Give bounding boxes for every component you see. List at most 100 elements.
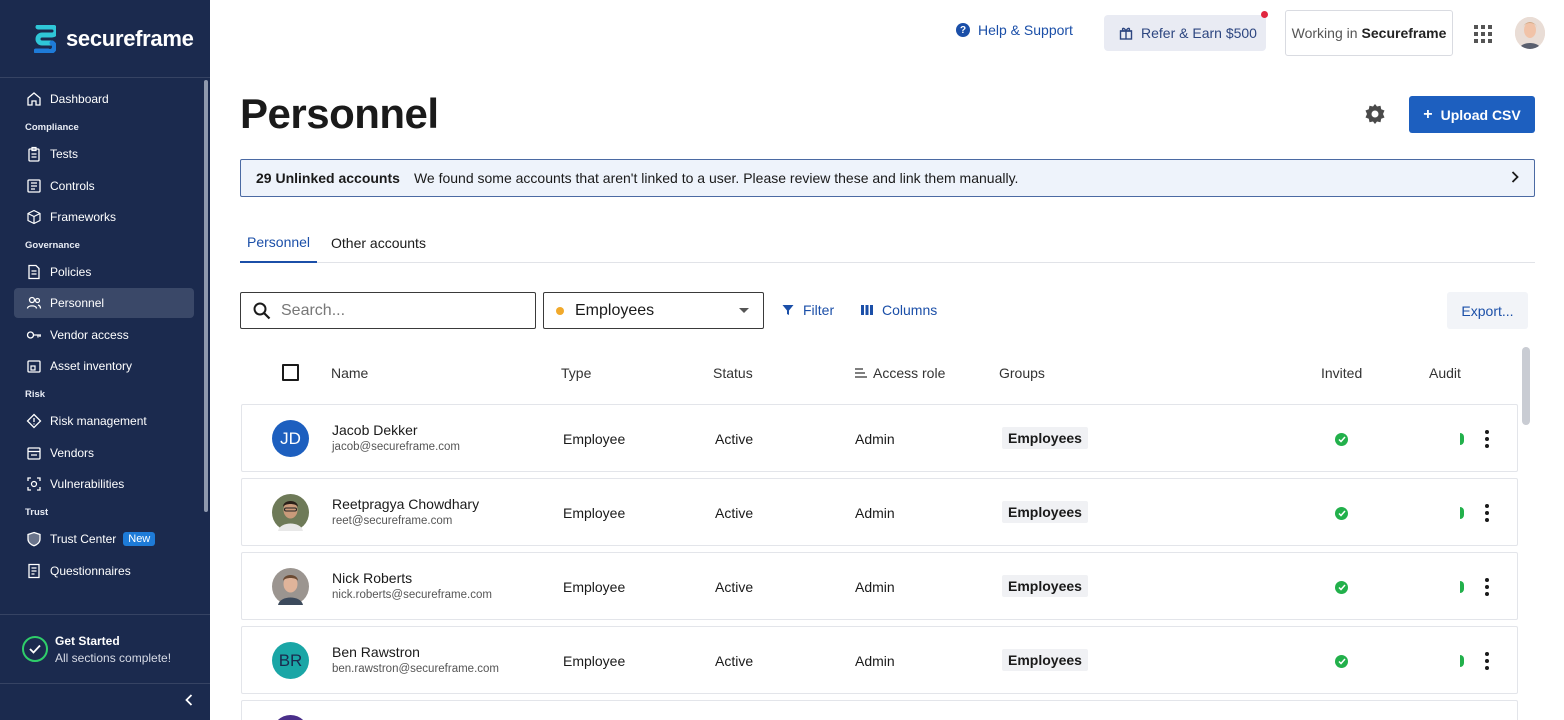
avatar: JD <box>272 420 309 457</box>
upload-csv-button[interactable]: + Upload CSV <box>1409 96 1535 133</box>
more-options-icon[interactable] <box>1485 578 1489 596</box>
help-support-link[interactable]: ? Help & Support <box>956 22 1073 38</box>
group-tag: Employees <box>1002 575 1088 597</box>
sidebar-section-risk: Risk <box>25 388 46 400</box>
check-circle-icon <box>1335 655 1348 668</box>
filter-icon <box>782 305 794 315</box>
avatar: BR <box>272 642 309 679</box>
refer-earn-button[interactable]: Refer & Earn $500 <box>1104 11 1268 51</box>
sidebar-item-vendor-access[interactable]: Vendor access <box>14 320 194 350</box>
person-name[interactable]: Ben Rawstron <box>332 644 420 660</box>
column-header-status[interactable]: Status <box>713 365 753 381</box>
column-header-access-role[interactable]: Access role <box>855 365 945 381</box>
sidebar-nav: Dashboard Compliance Tests Controls Fram… <box>14 84 194 587</box>
sidebar-item-asset-inventory[interactable]: Asset inventory <box>14 351 194 381</box>
column-header-name[interactable]: Name <box>331 365 368 381</box>
sidebar-item-vendors[interactable]: Vendors <box>14 438 194 468</box>
person-status: Active <box>715 505 754 521</box>
column-header-type[interactable]: Type <box>561 365 591 381</box>
get-started-panel[interactable]: Get Started All sections complete! <box>0 614 210 684</box>
columns-button[interactable]: Columns <box>861 302 937 318</box>
sidebar-item-trust-center[interactable]: Trust Center New <box>14 524 194 554</box>
column-header-groups[interactable]: Groups <box>999 365 1045 381</box>
filter-label: Filter <box>803 302 835 318</box>
table-row[interactable]: Nick Roberts nick.roberts@secureframe.co… <box>241 552 1518 620</box>
sidebar-section-compliance: Compliance <box>25 121 79 133</box>
sidebar-item-frameworks[interactable]: Frameworks <box>14 202 194 232</box>
sidebar-item-vulnerabilities[interactable]: Vulnerabilities <box>14 469 194 499</box>
table-row[interactable]: Reetpragya Chowdhary reet@secureframe.co… <box>241 478 1518 546</box>
chevron-right-icon[interactable] <box>1510 169 1520 190</box>
group-select[interactable]: Employees <box>543 292 764 329</box>
tab-personnel[interactable]: Personnel <box>240 223 318 263</box>
sidebar-item-label: Questionnaires <box>50 563 131 578</box>
person-status: Active <box>715 579 754 595</box>
sidebar-item-policies[interactable]: Policies <box>14 257 194 287</box>
column-header-invited[interactable]: Invited <box>1321 365 1362 381</box>
sidebar: secureframe Dashboard Compliance Tests C… <box>0 0 210 720</box>
person-name[interactable]: Jacob Dekker <box>332 422 418 438</box>
filter-button[interactable]: Filter <box>782 302 834 318</box>
sidebar-item-label: Frameworks <box>50 209 117 224</box>
bug-icon <box>26 476 42 492</box>
list-icon <box>26 563 42 579</box>
more-options-icon[interactable] <box>1485 430 1489 448</box>
help-support-label: Help & Support <box>978 22 1073 38</box>
sidebar-item-tests[interactable]: Tests <box>14 139 194 169</box>
user-avatar[interactable] <box>1515 17 1545 49</box>
sidebar-item-dashboard[interactable]: Dashboard <box>14 84 194 114</box>
more-options-icon[interactable] <box>1485 504 1489 522</box>
sidebar-item-controls[interactable]: Controls <box>14 171 194 201</box>
sidebar-item-questionnaires[interactable]: Questionnaires <box>14 556 194 586</box>
brand-name: secureframe <box>66 25 194 51</box>
shield-icon <box>26 531 42 547</box>
workspace-switcher[interactable]: Working in Secureframe <box>1285 10 1453 56</box>
notification-dot <box>1261 11 1268 18</box>
gear-icon[interactable] <box>1364 103 1386 125</box>
search-input[interactable] <box>281 301 511 320</box>
unlinked-count: 29 Unlinked accounts <box>256 170 400 186</box>
sidebar-item-label: Personnel <box>50 296 105 311</box>
page-title: Personnel <box>240 90 439 137</box>
person-name[interactable]: Reetpragya Chowdhary <box>332 496 479 512</box>
sidebar-item-label: Trust Center <box>50 532 117 547</box>
chevron-down-icon <box>739 308 749 313</box>
upload-csv-label: Upload CSV <box>1440 106 1521 123</box>
sidebar-item-label: Vendor access <box>50 327 129 342</box>
person-email: jacob@secureframe.com <box>332 441 460 453</box>
table-row[interactable]: JD Jacob Dekker jacob@secureframe.com Em… <box>241 404 1518 472</box>
person-email: reet@secureframe.com <box>332 515 453 527</box>
export-button[interactable]: Export... <box>1447 292 1528 329</box>
table-row[interactable] <box>241 700 1518 720</box>
person-type: Employee <box>563 653 626 669</box>
sidebar-item-risk-management[interactable]: Risk management <box>14 406 194 436</box>
avatar <box>272 568 309 605</box>
column-header-audit[interactable]: Audit <box>1429 365 1461 381</box>
sidebar-scrollbar[interactable] <box>204 80 208 512</box>
unlinked-accounts-banner[interactable]: 29 Unlinked accounts We found some accou… <box>240 159 1535 197</box>
person-role: Admin <box>855 505 895 521</box>
table-scrollbar[interactable] <box>1522 347 1530 425</box>
avatar <box>272 494 309 531</box>
search-field[interactable] <box>240 292 536 329</box>
avatar <box>272 715 309 720</box>
table-row[interactable]: BR Ben Rawstron ben.rawstron@secureframe… <box>241 626 1518 694</box>
topbar: ? Help & Support Refer & Earn $500 Worki… <box>210 0 1564 66</box>
person-role: Admin <box>855 579 895 595</box>
store-icon <box>26 445 42 461</box>
brand[interactable]: secureframe <box>0 0 210 78</box>
apps-grid-icon[interactable] <box>1474 25 1492 43</box>
key-icon <box>26 327 42 343</box>
more-options-icon[interactable] <box>1485 652 1489 670</box>
tab-other-accounts[interactable]: Other accounts <box>324 223 433 263</box>
help-icon: ? <box>956 23 970 37</box>
sidebar-item-personnel[interactable]: Personnel <box>14 288 194 319</box>
select-all-checkbox[interactable] <box>282 364 299 381</box>
sidebar-item-label: Asset inventory <box>50 359 133 374</box>
sidebar-item-label: Dashboard <box>50 92 109 106</box>
collapse-sidebar-icon[interactable] <box>184 693 194 712</box>
person-type: Employee <box>563 505 626 521</box>
working-in-label: Working in <box>1291 25 1358 41</box>
table-header: Name Type Status Access role Groups Invi… <box>240 355 1520 391</box>
person-name[interactable]: Nick Roberts <box>332 570 412 586</box>
